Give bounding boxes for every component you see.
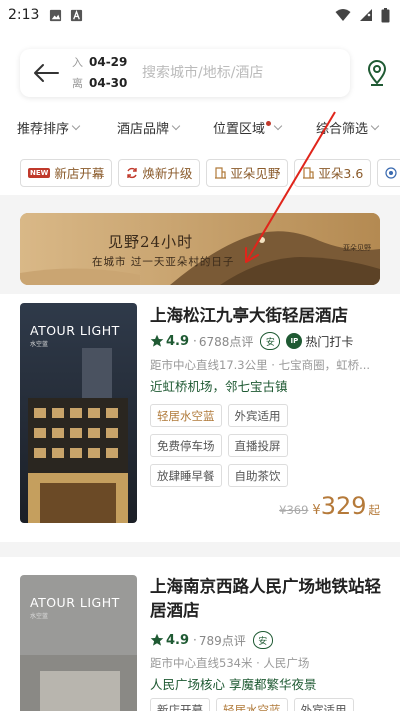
brand-logo-sub: 水空蓝 xyxy=(30,341,49,348)
brand-logo: ATOUR LIGHT xyxy=(30,595,120,610)
feature-tag: 轻居水空蓝 xyxy=(216,698,288,711)
feature-tags: 轻居水空蓝 外宾适用 免费停车场 直播投屏 放肆睡早餐 自助茶饮 xyxy=(150,404,390,487)
price-currency: ¥ xyxy=(312,503,321,518)
hotel-card[interactable]: ATOUR LIGHT 水空蓝 上海松江九亭大街轻居酒店 4.9 · 6788点… xyxy=(0,294,400,542)
banner-title: 见野24小时 xyxy=(108,233,194,251)
light-brand-icon xyxy=(385,166,397,179)
checkin-date: 04-29 xyxy=(89,55,128,69)
notification-dot xyxy=(266,121,272,126)
tag-new-opening[interactable]: NEW 新店开幕 xyxy=(20,158,113,187)
refresh-icon xyxy=(127,167,138,178)
distance-text: 距市中心直线17.3公里 · 七宝商圈，虹桥... xyxy=(150,358,371,372)
rating-score: 4.9 xyxy=(166,632,190,648)
feature-tag: 放肆睡早餐 xyxy=(150,464,222,487)
back-arrow-icon xyxy=(34,64,59,82)
building-icon xyxy=(303,167,315,179)
hotel-highlight: 近虹桥机场，邻七宝古镇 xyxy=(150,379,288,394)
checkin-label: 入 xyxy=(72,56,83,69)
feature-tag: 新店开幕 xyxy=(150,698,210,711)
review-count[interactable]: 789点评 xyxy=(199,632,246,649)
tag-label: 新店开幕 xyxy=(54,166,105,181)
status-time: 2:13 xyxy=(8,7,40,23)
review-count[interactable]: 6788点评 xyxy=(199,333,254,350)
tag-label: 焕新升级 xyxy=(142,166,193,181)
rating-score: 4.9 xyxy=(166,333,190,349)
search-header: 入 04-29 离 04-30 xyxy=(0,30,400,105)
search-box: 入 04-29 离 04-30 xyxy=(20,49,350,97)
search-input[interactable] xyxy=(142,65,322,81)
brand-logo: ATOUR LIGHT xyxy=(30,323,120,338)
filter-brand[interactable]: 酒店品牌 xyxy=(117,118,181,137)
chevron-down-icon xyxy=(370,121,380,131)
distance-text: 距市中心直线534米 · 人民广场 xyxy=(150,656,310,670)
tag-light[interactable]: 轻 xyxy=(377,158,400,187)
filter-sort[interactable]: 推荐排序 xyxy=(17,118,81,137)
map-button[interactable] xyxy=(362,58,392,88)
filter-bar: 推荐排序 酒店品牌 位置区域 综合筛选 xyxy=(0,105,400,150)
hotel-name[interactable]: 上海南京西路人民广场地铁站轻居酒店 xyxy=(150,575,382,623)
chevron-down-icon xyxy=(171,121,181,131)
feature-tag: 外宾适用 xyxy=(293,698,354,711)
banner-landscape-image xyxy=(20,213,380,285)
filter-location[interactable]: 位置区域 xyxy=(213,118,283,137)
price-value: 329 xyxy=(320,492,367,520)
new-badge-icon: NEW xyxy=(28,167,51,178)
rating-row: 4.9 · 6788点评 安 IP 热门打卡 xyxy=(150,332,353,350)
promo-banner[interactable]: 见野24小时 在城市 过一天亚朵村的日子 亚朵见野 xyxy=(20,213,380,285)
wifi-icon xyxy=(335,9,351,21)
checkout-date: 04-30 xyxy=(89,76,128,90)
a-letter-icon xyxy=(71,9,83,21)
signal-icon xyxy=(360,9,372,21)
chevron-down-icon xyxy=(273,121,283,131)
tag-label: 亚朵3.6 xyxy=(318,166,364,181)
filter-sort-label: 推荐排序 xyxy=(17,122,70,137)
safety-shield-icon: 安 xyxy=(252,631,273,649)
status-bar: 2:13 xyxy=(0,0,400,30)
filter-comprehensive-label: 综合筛选 xyxy=(316,122,369,137)
star-icon xyxy=(150,334,164,347)
original-price: ¥369 xyxy=(279,503,309,517)
hotel-highlight: 人民广场核心 享魔都繁华夜景 xyxy=(150,677,317,692)
tag-row: NEW 新店开幕 焕新升级 亚朵见野 亚朵3.6 轻 xyxy=(0,150,400,195)
feature-tags: 新店开幕 轻居水空蓝 外宾适用 xyxy=(150,698,390,711)
price-suffix: 起 xyxy=(368,503,381,517)
feature-tag: 免费停车场 xyxy=(150,434,222,457)
building-icon xyxy=(215,167,227,179)
tag-renovated[interactable]: 焕新升级 xyxy=(118,158,201,187)
hot-spot-icon: IP xyxy=(286,333,303,349)
feature-tag: 直播投屏 xyxy=(227,434,288,457)
hot-spot-label: 热门打卡 xyxy=(305,334,354,349)
filter-comprehensive[interactable]: 综合筛选 xyxy=(316,118,380,137)
tag-label: 亚朵见野 xyxy=(230,166,281,181)
banner-brand: 亚朵见野 xyxy=(343,244,371,252)
date-selector[interactable]: 入 04-29 离 04-30 xyxy=(72,52,142,94)
battery-icon xyxy=(381,7,390,22)
hotel-thumbnail[interactable]: ATOUR LIGHT 水空蓝 xyxy=(20,303,137,523)
feature-tag: 轻居水空蓝 xyxy=(150,404,222,427)
map-pin-icon xyxy=(367,60,387,86)
feature-tag: 自助茶饮 xyxy=(227,464,288,487)
chevron-down-icon xyxy=(71,121,81,131)
rating-row: 4.9 · 789点评 安 xyxy=(150,631,273,649)
checkout-label: 离 xyxy=(72,77,83,90)
hotel-card[interactable]: ATOUR LIGHT 水空蓝 上海南京西路人民广场地铁站轻居酒店 4.9 · … xyxy=(0,557,400,711)
safety-shield-icon: 安 xyxy=(260,332,281,350)
feature-tag: 外宾适用 xyxy=(227,404,288,427)
back-button[interactable] xyxy=(20,49,72,97)
banner-subtitle: 在城市 过一天亚朵村的日子 xyxy=(92,256,235,268)
filter-location-label: 位置区域 xyxy=(213,122,266,137)
hotel-name[interactable]: 上海松江九亭大街轻居酒店 xyxy=(150,304,382,328)
tag-atour-36[interactable]: 亚朵3.6 xyxy=(294,158,372,187)
hot-spot-badge: IP 热门打卡 xyxy=(286,333,353,350)
star-icon xyxy=(150,633,164,646)
filter-brand-label: 酒店品牌 xyxy=(117,122,170,137)
brand-logo-sub: 水空蓝 xyxy=(30,613,49,620)
tag-atour-jianye[interactable]: 亚朵见野 xyxy=(206,158,289,187)
image-icon xyxy=(50,9,62,21)
price-row: ¥369 ¥ 329 起 xyxy=(279,492,380,520)
hotel-thumbnail[interactable]: ATOUR LIGHT 水空蓝 xyxy=(20,575,137,711)
